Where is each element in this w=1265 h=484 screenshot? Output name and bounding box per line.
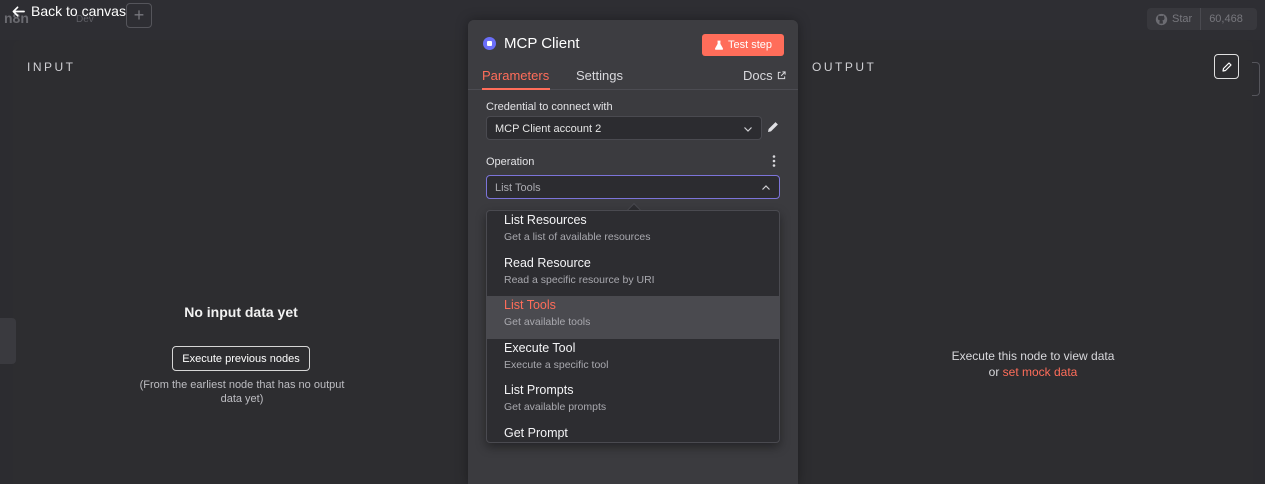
options-kebab-icon[interactable] [771,154,777,168]
option-list-tools[interactable]: List Tools Get available tools [487,296,779,339]
github-star-label: Star [1172,13,1193,25]
option-execute-tool[interactable]: Execute Tool Execute a specific tool [487,339,779,382]
back-to-canvas-label: Back to canvas [31,3,126,19]
chevron-up-icon [762,185,770,190]
edit-credential-icon[interactable] [766,120,780,134]
option-title: List Resources [504,213,587,227]
chevron-down-icon [744,127,752,132]
node-header: MCP Client Test step Parameters Settings… [468,20,798,90]
option-description: Read a specific resource by URI [504,273,655,286]
add-button[interactable]: + [126,3,152,28]
test-step-button[interactable]: Test step [702,34,784,56]
option-title: Get Prompt [504,425,568,440]
output-empty-or: or [988,365,1000,379]
credential-label: Credential to connect with [486,101,613,113]
mcp-node-icon [483,37,496,50]
back-to-canvas-link[interactable]: Back to canvas [12,3,126,19]
operation-dropdown: List Resources Get a list of available r… [486,210,780,443]
operation-label: Operation [486,156,535,168]
node-title[interactable]: MCP Client [504,35,580,52]
credential-value: MCP Client account 2 [495,123,602,135]
input-panel-title: INPUT [27,60,76,74]
right-edge-control[interactable] [1252,62,1260,96]
flask-icon [714,40,724,50]
docs-label: Docs [743,68,773,83]
option-title: List Prompts [504,383,574,397]
option-description: Execute a specific tool [504,358,609,371]
option-get-prompt[interactable]: Get Prompt [487,424,779,443]
output-empty-message: Execute this node to view data or set mo… [900,348,1166,380]
output-empty-line: Execute this node to view data [951,349,1115,363]
credential-select[interactable]: MCP Client account 2 [486,116,762,140]
option-read-resource[interactable]: Read Resource Read a specific resource b… [487,254,779,297]
input-hint: (From the earliest node that has no outp… [139,379,345,405]
option-description: Get available tools [504,316,591,328]
test-step-label: Test step [727,39,773,51]
option-list-prompts[interactable]: List Prompts Get available prompts [487,381,779,424]
tab-settings[interactable]: Settings [576,68,623,90]
github-star-count: 60,468 [1209,13,1243,25]
tab-docs[interactable]: Docs [743,68,786,90]
edit-output-button[interactable] [1214,54,1239,79]
operation-value[interactable]: List Tools [495,182,541,194]
execute-previous-nodes-button[interactable]: Execute previous nodes [172,346,310,371]
node-tabs: Parameters Settings Docs [468,68,798,90]
option-title: Read Resource [504,255,591,270]
github-icon [1155,13,1168,25]
panel-drag-handle[interactable] [0,318,16,364]
operation-select[interactable]: List Tools [486,175,780,199]
github-star-button[interactable]: Star 60,468 [1147,8,1257,30]
output-panel-title: OUTPUT [812,60,877,74]
set-mock-data-link[interactable]: set mock data [1003,365,1078,379]
option-description: Get available prompts [504,401,607,413]
pencil-icon [1221,61,1232,72]
option-title: List Tools [504,298,556,312]
input-empty-title: No input data yet [184,304,298,320]
external-link-icon [777,71,786,80]
arrow-left-icon [12,5,25,17]
option-list-resources[interactable]: List Resources Get a list of available r… [487,211,779,254]
option-description: Get a list of available resources [504,231,651,243]
tab-parameters[interactable]: Parameters [482,68,550,90]
option-title: Execute Tool [504,340,576,355]
